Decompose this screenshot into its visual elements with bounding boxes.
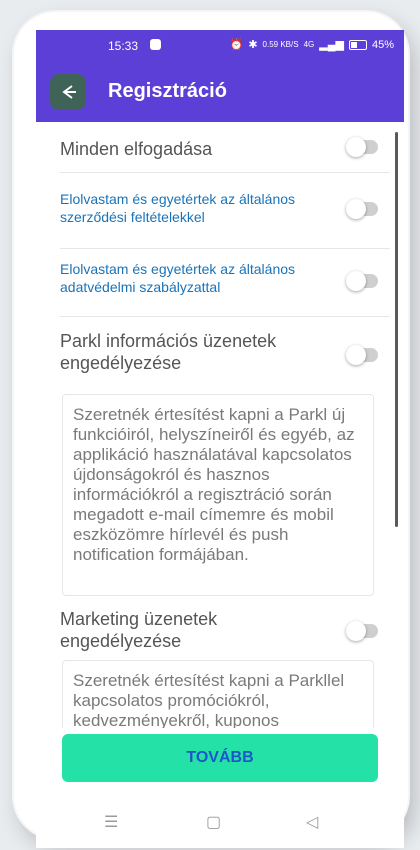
marketing-messages-toggle[interactable] <box>346 621 378 641</box>
consent-row-info[interactable]: Parkl információs üzenetek engedélyezése <box>60 316 390 394</box>
bluetooth-icon: ✱ <box>248 39 258 51</box>
info-messages-toggle[interactable] <box>346 345 378 365</box>
registration-content[interactable]: Minden elfogadása Elolvastam és egyetért… <box>36 122 404 728</box>
consent-row-marketing[interactable]: Marketing üzenetek engedélyezése <box>60 596 390 658</box>
info-description: Szeretnék értesítést kapni a Parkl új fu… <box>62 394 374 596</box>
consent-row-privacy[interactable]: Elolvastam és egyetértek az általános ad… <box>60 248 390 317</box>
bottom-area: TOVÁBB ☰ ▢ ◁ <box>36 728 404 848</box>
consent-row-terms[interactable]: Elolvastam és egyetértek az általános sz… <box>60 172 390 249</box>
signal-icon: ▂▄▆ <box>319 39 344 51</box>
privacy-link[interactable]: Elolvastam és egyetértek az általános ad… <box>60 260 340 296</box>
status-bar: 15:33 ⏰ ✱ 0.59 KB/S 4G ▂▄▆ 45% <box>36 30 404 62</box>
alarm-icon: ⏰ <box>229 39 244 51</box>
accept-all-toggle[interactable] <box>346 137 378 157</box>
app-bar: Regisztráció <box>36 62 404 122</box>
status-time: 15:33 <box>108 39 139 53</box>
status-right: ⏰ ✱ 0.59 KB/S 4G ▂▄▆ 45% <box>230 39 394 51</box>
menu-icon[interactable]: ☰ <box>104 812 118 832</box>
privacy-toggle[interactable] <box>346 271 378 291</box>
scrollbar[interactable] <box>395 132 398 527</box>
notification-icon <box>150 39 161 50</box>
terms-toggle[interactable] <box>346 199 378 219</box>
signal-label: 4G <box>303 40 315 49</box>
battery-icon <box>348 40 367 50</box>
back-button[interactable] <box>50 74 86 110</box>
system-nav-bar: ☰ ▢ ◁ <box>36 796 404 844</box>
net-speed: 0.59 KB/S <box>262 40 299 49</box>
terms-link[interactable]: Elolvastam és egyetértek az általános sz… <box>60 190 340 226</box>
consent-row-accept-all[interactable]: Minden elfogadása <box>60 122 390 173</box>
home-icon[interactable]: ▢ <box>206 812 221 832</box>
marketing-description: Szeretnék értesítést kapni a Parkllel ka… <box>62 660 374 728</box>
next-button[interactable]: TOVÁBB <box>62 734 378 782</box>
back-nav-icon[interactable]: ◁ <box>306 812 318 832</box>
accept-all-label: Minden elfogadása <box>60 139 213 159</box>
page-title: Regisztráció <box>108 80 227 102</box>
marketing-messages-label: Marketing üzenetek engedélyezése <box>60 609 218 651</box>
back-arrow-icon <box>62 85 76 99</box>
battery-level: 45% <box>371 39 394 51</box>
info-messages-label: Parkl információs üzenetek engedélyezése <box>60 331 277 373</box>
phone-screen: 15:33 ⏰ ✱ 0.59 KB/S 4G ▂▄▆ 45% Regisztrá… <box>36 30 404 848</box>
